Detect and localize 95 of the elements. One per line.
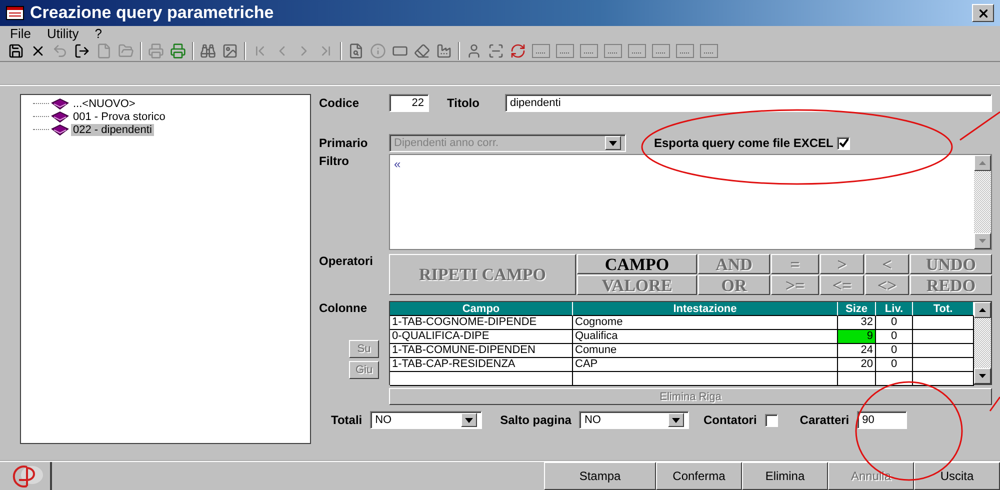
filter-textarea[interactable]: « xyxy=(389,154,992,250)
table-cell: Comune xyxy=(573,344,838,358)
footer-button[interactable]: Uscita xyxy=(914,462,1000,490)
blank-tool-icon[interactable] xyxy=(676,44,694,58)
blank-tool-icon[interactable] xyxy=(604,44,622,58)
close-icon xyxy=(976,6,990,20)
table-cell: 9 xyxy=(838,330,876,344)
dropdown-arrow-icon xyxy=(609,140,617,146)
menu-item[interactable]: File xyxy=(10,26,31,40)
field-label: Codice xyxy=(319,96,360,110)
scroll-up-icon xyxy=(979,308,986,312)
column-header: Liv. xyxy=(876,302,913,316)
checkbox[interactable] xyxy=(837,136,850,150)
scroll-up-icon xyxy=(979,161,986,165)
book-icon xyxy=(51,98,69,110)
field-label: Salto pagina xyxy=(500,413,572,427)
undo-icon[interactable] xyxy=(52,42,68,58)
eraser-icon[interactable] xyxy=(414,42,430,58)
dropdown-arrow-icon xyxy=(672,418,680,422)
table-cell: 0-QUALIFICA-DIPE xyxy=(390,330,573,344)
scrollbar[interactable] xyxy=(974,302,991,384)
close-button[interactable] xyxy=(972,4,994,22)
preview-icon[interactable] xyxy=(348,42,364,58)
field-label: Primario xyxy=(319,136,369,150)
table-cell: Cognome xyxy=(573,316,838,330)
scrollbar[interactable] xyxy=(974,155,991,249)
totals-dropdown[interactable]: NO xyxy=(370,411,482,429)
footer-button[interactable]: Elimina xyxy=(742,462,828,490)
table-cell: 24 xyxy=(838,344,876,358)
blank-tool-icon[interactable] xyxy=(628,44,646,58)
field-label: Contatori xyxy=(703,413,757,427)
folder-icon[interactable] xyxy=(118,42,134,58)
annotation-line xyxy=(960,111,1000,141)
blank-tool-icon[interactable] xyxy=(556,44,574,58)
table-cell: 1-TAB-CAP-RESIDENZA xyxy=(390,358,573,372)
checkmark-icon xyxy=(838,138,849,148)
tree-item[interactable]: ...<NUOVO> xyxy=(71,98,138,110)
tree-item[interactable]: 022 - dipendenti xyxy=(71,124,154,136)
building-icon[interactable] xyxy=(436,42,452,58)
printer-icon[interactable] xyxy=(148,42,164,58)
exit-icon[interactable] xyxy=(74,42,90,58)
window-icon xyxy=(6,6,24,20)
field-label: Caratteri xyxy=(800,413,850,427)
field-label: Filtro xyxy=(319,154,350,168)
table-cell: 20 xyxy=(838,358,876,372)
footer-button[interactable]: Stampa xyxy=(544,462,656,490)
field-label: Titolo xyxy=(447,96,480,110)
blank-tool-icon[interactable] xyxy=(700,44,718,58)
book-icon xyxy=(51,124,69,136)
table-cell: 0 xyxy=(876,344,913,358)
person-icon[interactable] xyxy=(466,42,482,58)
window-title: Creazione query parametriche xyxy=(30,3,274,23)
blank-tool-icon[interactable] xyxy=(532,44,550,58)
menu-item[interactable]: Utility xyxy=(46,26,79,40)
column-header: Tot. xyxy=(913,302,974,316)
binoculars-icon[interactable] xyxy=(200,42,216,58)
table-cell: CAP xyxy=(573,358,838,372)
table-cell: 1-TAB-COMUNE-DIPENDEN xyxy=(390,344,573,358)
table-cell: 1-TAB-COGNOME-DIPENDE xyxy=(390,316,573,330)
table-cell: 0 xyxy=(876,316,913,330)
operator-button[interactable]: CAMPO xyxy=(577,254,697,274)
menu-item[interactable]: ? xyxy=(94,26,102,40)
column-header: Size xyxy=(838,302,876,316)
code-field[interactable]: 22 xyxy=(389,94,429,112)
checkbox[interactable] xyxy=(764,414,778,426)
info-icon[interactable] xyxy=(370,42,386,58)
new-file-icon[interactable] xyxy=(96,42,112,58)
save-icon[interactable] xyxy=(8,42,24,58)
table-cell: Qualifica xyxy=(573,330,838,344)
field-label: Totali xyxy=(331,413,362,427)
field-label: Operatori xyxy=(319,254,374,268)
book-icon xyxy=(51,110,69,122)
title-field[interactable]: dipendenti xyxy=(505,94,992,112)
blank-tool-icon[interactable] xyxy=(652,44,670,58)
image-icon[interactable] xyxy=(222,42,238,58)
scroll-down-icon xyxy=(979,239,986,243)
table-cell: 32 xyxy=(838,316,876,330)
logo-icon xyxy=(11,464,45,488)
column-header: Campo xyxy=(390,302,573,316)
dropdown-arrow-icon xyxy=(465,418,474,422)
annotation-line xyxy=(989,396,1000,412)
checkbox-label: Esporta query come file EXCEL xyxy=(654,136,834,150)
characters-field[interactable]: 90 xyxy=(857,411,908,429)
table-cell: 0 xyxy=(876,330,913,344)
page-break-dropdown[interactable]: NO xyxy=(579,411,690,429)
scanner-icon[interactable] xyxy=(488,42,504,58)
tree-item[interactable]: 001 - Prova storico xyxy=(71,110,168,122)
column-header: Intestazione xyxy=(573,302,838,316)
blank-tool-icon[interactable] xyxy=(580,44,598,58)
footer-button[interactable]: Conferma xyxy=(656,462,742,490)
table-cell: 0 xyxy=(876,358,913,372)
printer-icon[interactable] xyxy=(170,42,186,58)
field-label: Colonne xyxy=(319,301,368,315)
scroll-down-icon xyxy=(979,374,986,378)
refresh-icon[interactable] xyxy=(510,42,526,58)
